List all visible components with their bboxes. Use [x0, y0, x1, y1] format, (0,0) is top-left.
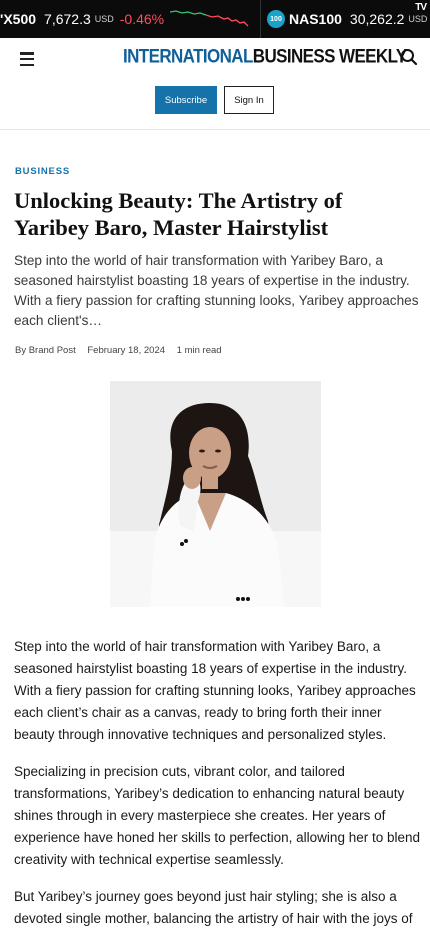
logo-part-business-weekly: BUSINESS WEEKLY — [252, 45, 407, 68]
stock-ticker-bar[interactable]: 'X500 7,672.3 USD -0.46% 100 NAS100 30,2… — [0, 0, 430, 38]
article-category-link[interactable]: BUSINESS — [15, 166, 70, 177]
hamburger-menu-icon[interactable] — [20, 52, 34, 66]
ticker-item-spx500[interactable]: 'X500 7,672.3 USD -0.46% — [0, 0, 164, 38]
article-title: Unlocking Beauty: The Artistry of Yaribe… — [14, 188, 343, 240]
article-paragraph: But Yaribey’s journey goes beyond just h… — [14, 889, 413, 926]
ticker-divider — [260, 0, 261, 38]
subscribe-button[interactable]: Subscribe — [155, 86, 217, 114]
ticker-item-nas100[interactable]: 100 NAS100 30,262.2 USD -0 — [267, 0, 430, 38]
article-body: Step into the world of hair transformati… — [14, 636, 420, 932]
header-divider — [0, 129, 430, 130]
ticker-value: 7,672.3 — [44, 11, 91, 27]
site-logo[interactable]: INTERNATIONALBUSINESS WEEKLY — [123, 45, 407, 73]
sign-in-button[interactable]: Sign In — [224, 86, 274, 114]
ticker-currency: USD — [94, 14, 114, 24]
article-paragraph: Specializing in precision cuts, vibrant … — [14, 764, 421, 867]
ticker-change: -0.46% — [119, 11, 165, 27]
article-summary: Step into the world of hair transformati… — [14, 253, 419, 328]
article-paragraph: Step into the world of hair transformati… — [14, 639, 416, 742]
ticker-value: 30,262.2 — [349, 11, 405, 27]
article-byline: By Brand Post February 18, 2024 1 min re… — [15, 345, 231, 356]
article-author: By Brand Post — [15, 345, 76, 356]
tradingview-logo-icon[interactable]: TV — [415, 2, 427, 13]
nas100-badge-icon: 100 — [267, 10, 285, 28]
article-photo — [110, 381, 321, 607]
sparkline-chart-icon — [170, 10, 249, 27]
search-icon[interactable] — [400, 48, 418, 66]
ticker-currency: USD — [408, 14, 428, 24]
logo-part-international: INTERNATIONAL — [123, 45, 253, 68]
article-date: February 18, 2024 — [87, 345, 166, 356]
ticker-symbol: NAS100 — [289, 11, 342, 27]
ticker-symbol: 'X500 — [0, 11, 37, 27]
article-read-time: 1 min read — [176, 345, 222, 356]
